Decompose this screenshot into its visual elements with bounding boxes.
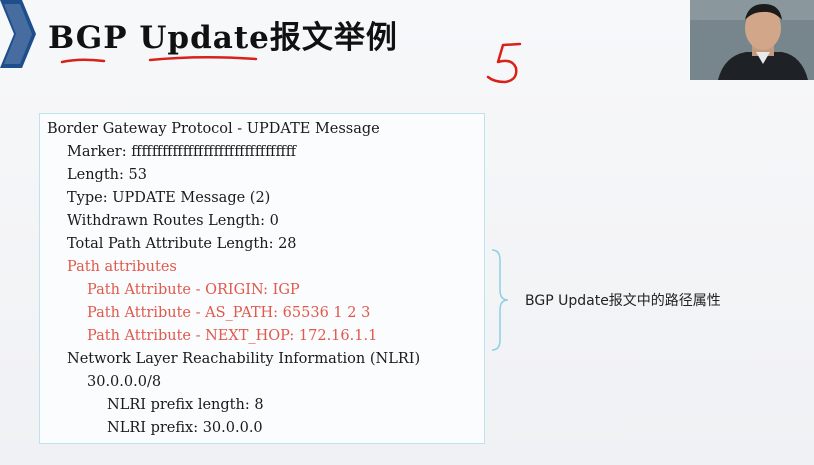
packet-decode-panel: [39, 113, 485, 444]
withdrawn-length-field: Withdrawn Routes Length: 0: [67, 213, 279, 229]
presenter-video: [690, 0, 814, 80]
nlri-prefix-length: NLRI prefix length: 8: [107, 397, 264, 413]
path-attribute-next-hop: Path Attribute - NEXT_HOP: 172.16.1.1: [87, 328, 378, 344]
nlri-prefix: NLRI prefix: 30.0.0.0: [107, 420, 263, 436]
total-path-attr-length-field: Total Path Attribute Length: 28: [67, 236, 297, 252]
webcam-overlay: [690, 0, 814, 80]
title-underline-bgp: [60, 58, 106, 64]
handwritten-number-5: [486, 42, 522, 84]
path-attributes-note: BGP Update报文中的路径属性: [525, 293, 721, 309]
type-field: Type: UPDATE Message (2): [67, 190, 271, 206]
right-brace-icon: [491, 249, 509, 351]
path-attributes-heading: Path attributes: [67, 259, 177, 275]
nlri-heading: Network Layer Reachability Information (…: [67, 351, 421, 367]
path-attribute-origin: Path Attribute - ORIGIN: IGP: [87, 282, 300, 298]
nlri-route: 30.0.0.0/8: [87, 374, 162, 390]
path-attribute-as-path: Path Attribute - AS_PATH: 65536 1 2 3: [87, 305, 371, 321]
marker-field: Marker: ffffffffffffffffffffffffffffffff: [67, 144, 297, 160]
packet-header: Border Gateway Protocol - UPDATE Message: [47, 121, 380, 137]
title-underline-update: [148, 55, 258, 62]
length-field: Length: 53: [67, 167, 147, 183]
